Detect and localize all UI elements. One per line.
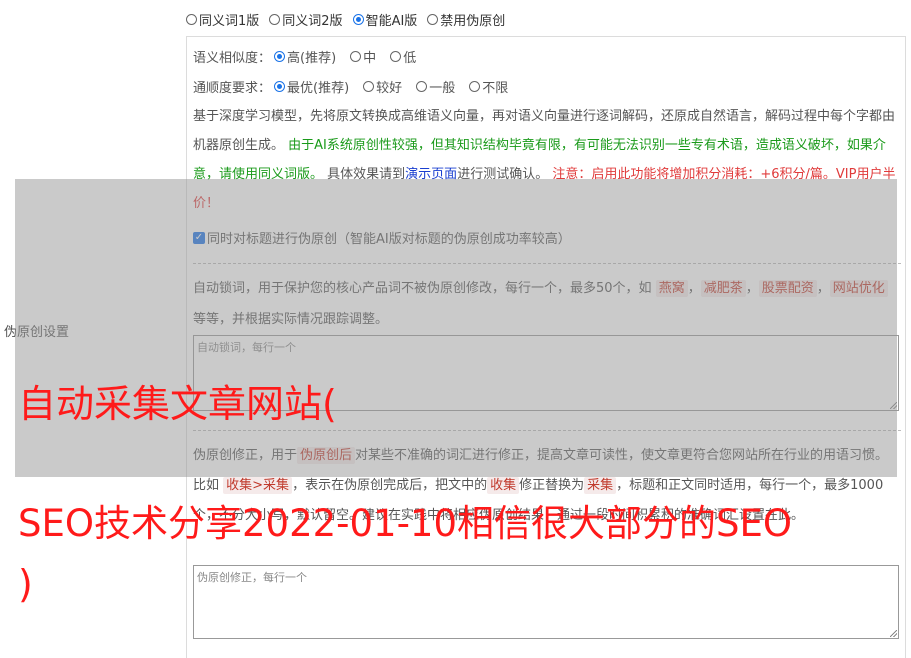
radio-icon[interactable] [427,13,439,25]
example-keyword: 股票配资 [758,280,817,297]
radio-checked-icon[interactable] [274,81,286,92]
mode-option-ai[interactable]: 智能AI版 [352,10,417,29]
keyword-highlight: 收集 [487,477,520,494]
radio-icon[interactable] [363,81,375,92]
mode-option-synonym-1[interactable]: 同义词1版 [186,10,259,29]
lock-words-textarea[interactable]: 自动锁词，每行一个 [193,335,899,411]
checkbox-checked-icon[interactable]: ✓ [193,231,205,244]
divider [193,263,901,264]
resize-handle-icon[interactable] [890,402,897,409]
radio-icon[interactable] [350,51,362,62]
mode-option-synonym-2[interactable]: 同义词2版 [269,10,343,29]
mode-option-disable[interactable]: 禁用伪原创 [427,10,505,29]
fluency-label: 通顺度要求： [193,81,272,96]
similarity-row: 语义相似度： 高(推荐) 中 低 [193,47,430,66]
example-keyword: 减肥茶 [700,280,746,297]
radio-icon[interactable] [186,13,197,25]
radio-checked-icon[interactable] [352,13,364,25]
title-rewrite-checkbox[interactable]: ✓ 同时对标题进行伪原创（智能AI版对标题的伪原创成功率较高） [193,228,571,247]
correction-description: 伪原创修正，用于 伪原创后 对某些不准确的词汇进行修正，提高文章可读性，使文章更符合… [193,447,889,523]
fluency-option-normal[interactable]: 一般 [416,77,455,96]
similarity-option-mid[interactable]: 中 [350,47,376,66]
keyword-highlight: 采集 [584,477,617,494]
fluency-option-unlimited[interactable]: 不限 [469,77,508,96]
similarity-option-low[interactable]: 低 [390,47,416,66]
lock-words-description: 自动锁词，用于保护您的核心产品词不被伪原创修改，每行一个，最多50个，如 燕窝，… [193,273,901,335]
fluency-option-good[interactable]: 较好 [363,77,402,96]
demo-page-link[interactable]: 演示页面 [405,167,457,182]
correction-textarea[interactable]: 伪原创修正，每行一个 [193,565,899,639]
keyword-highlight: 伪原创后 [297,447,356,464]
radio-checked-icon[interactable] [274,51,286,62]
example-keyword: 网站优化 [829,280,888,297]
similarity-option-high[interactable]: 高(推荐) [274,47,336,66]
overlay-title-line-3: ) [18,562,33,606]
keyword-highlight: 收集>采集 [223,477,293,494]
radio-icon[interactable] [269,13,281,25]
fluency-option-best[interactable]: 最优(推荐) [274,77,349,96]
example-keyword: 燕窝 [655,280,688,297]
fluency-row: 通顺度要求： 最优(推荐) 较好 一般 不限 [193,77,522,96]
divider [193,430,901,431]
ai-description: 基于深度学习模型，先将原文转换成高维语义向量，再对语义向量进行逐词解码，还原成自… [193,109,896,211]
similarity-label: 语义相似度： [193,51,272,66]
radio-icon[interactable] [390,51,402,62]
section-label-pseudo-original: 伪原创设置 [4,325,70,340]
mode-selector: 同义词1版 同义词2版 智能AI版 禁用伪原创 [186,9,515,29]
radio-icon[interactable] [469,81,481,92]
settings-panel: 语义相似度： 高(推荐) 中 低 通顺度要求： 最优(推荐) 较好 一般 不限 … [186,36,906,658]
resize-handle-icon[interactable] [890,630,897,637]
radio-icon[interactable] [416,81,428,92]
